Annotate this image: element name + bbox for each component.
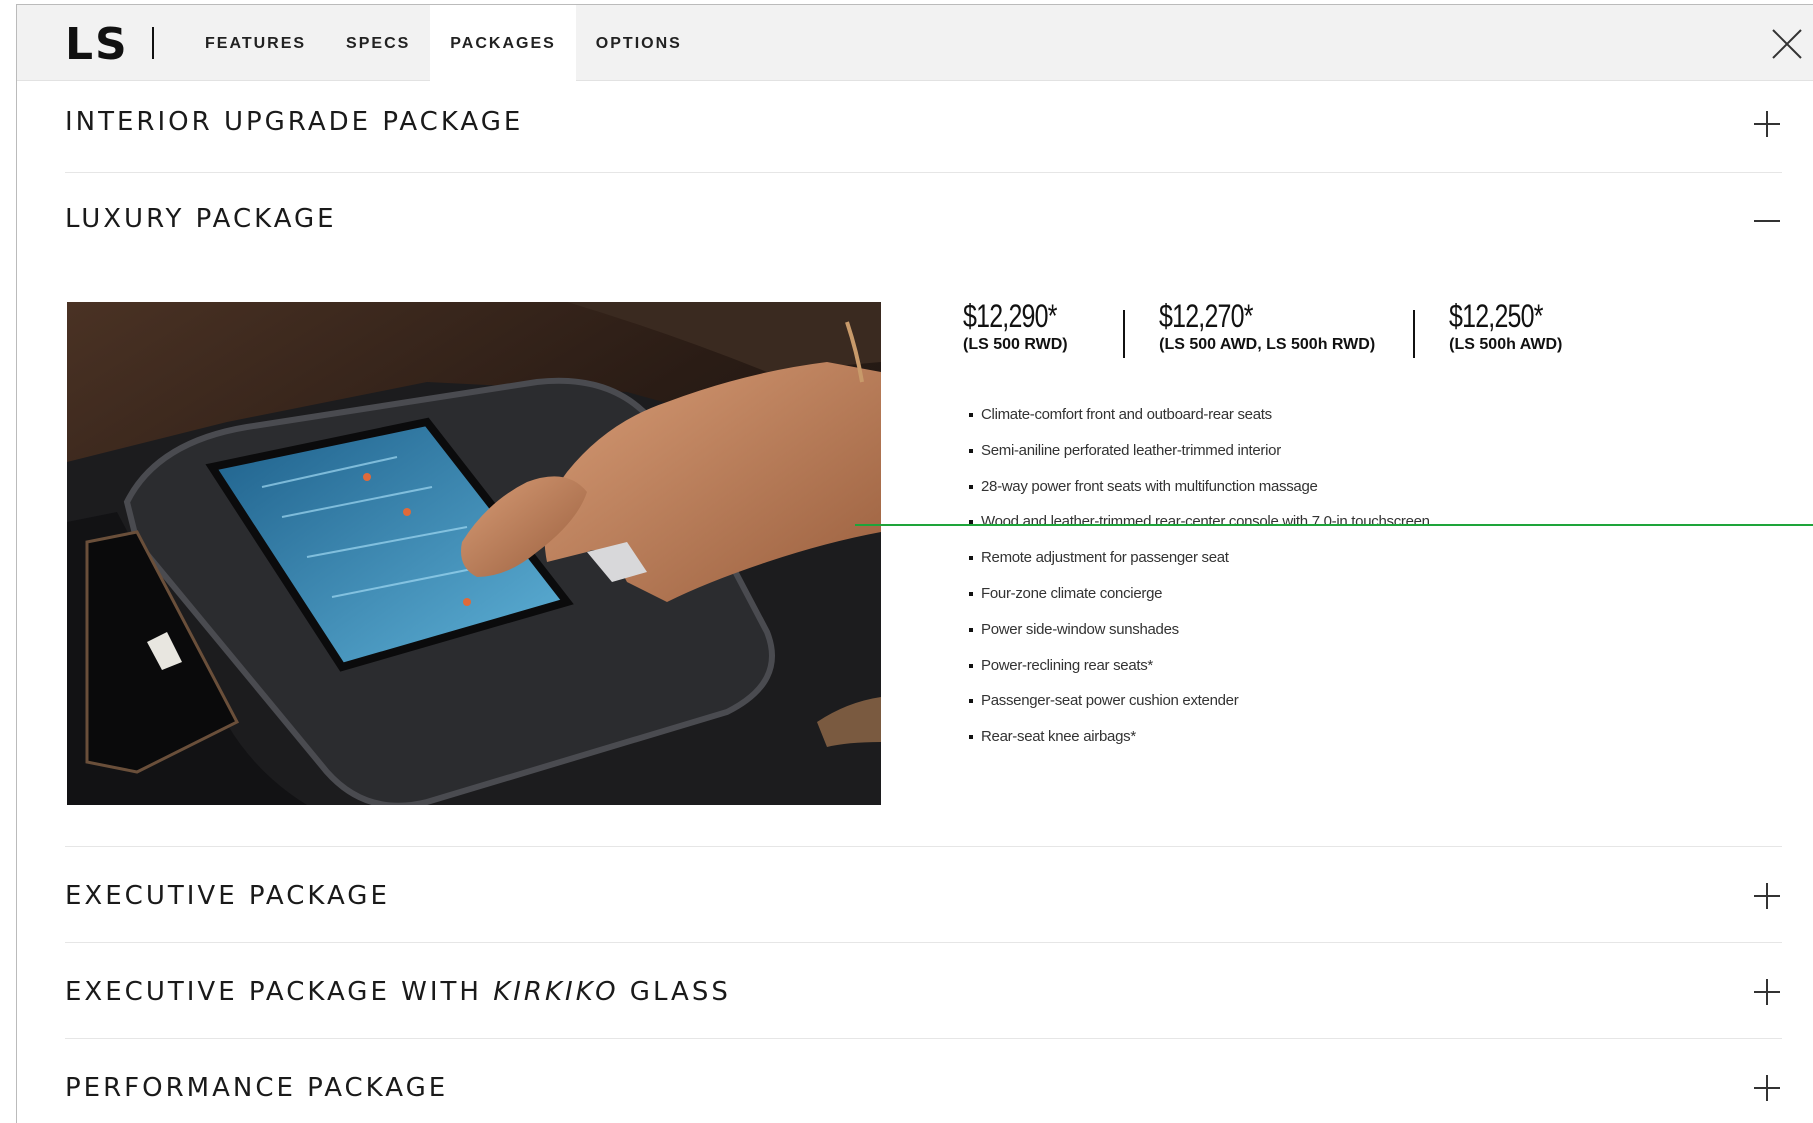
feature-item: Climate-comfort front and outboard-rear … (969, 400, 1430, 436)
price-value: $12,290* (963, 298, 1057, 334)
feature-item: Power-reclining rear seats* (969, 651, 1430, 687)
price-trim-note: (LS 500h AWD) (1449, 336, 1563, 353)
price-option-ls500-awd: $12,270* (LS 500 AWD, LS 500h RWD) (1159, 298, 1375, 354)
package-title-italic: KIRKIKO (493, 977, 619, 1007)
tab-options[interactable]: OPTIONS (576, 5, 702, 83)
model-logo: LS (65, 19, 129, 70)
price-list: $12,290* (LS 500 RWD) $12,270* (LS 500 A… (963, 298, 1569, 358)
price-value: $12,270* (1159, 298, 1253, 334)
top-navigation-bar: LS FEATURES SPECS PACKAGES OPTIONS (17, 5, 1813, 83)
expand-plus-icon[interactable] (1752, 109, 1782, 139)
price-trim-note: (LS 500 AWD, LS 500h RWD) (1159, 336, 1376, 353)
package-row-executive-kirkiko[interactable]: EXECUTIVE PACKAGE WITH KIRKIKO GLASS (65, 943, 1782, 1039)
price-option-ls500-rwd: $12,290* (LS 500 RWD) (963, 298, 1083, 354)
package-title: PERFORMANCE PACKAGE (65, 1073, 449, 1103)
close-icon[interactable] (1770, 27, 1804, 61)
price-value: $12,250* (1449, 298, 1543, 334)
expand-plus-icon[interactable] (1752, 977, 1782, 1007)
feature-item: Four-zone climate concierge (969, 579, 1430, 615)
package-title-suffix: GLASS (618, 977, 731, 1007)
feature-item: Remote adjustment for passenger seat (969, 543, 1430, 579)
price-divider (1123, 310, 1126, 358)
tab-specs[interactable]: SPECS (326, 5, 430, 83)
tab-packages[interactable]: PACKAGES (430, 5, 576, 83)
package-title: INTERIOR UPGRADE PACKAGE (65, 107, 524, 137)
annotation-line (855, 524, 1813, 526)
package-row-performance[interactable]: PERFORMANCE PACKAGE (65, 1039, 1782, 1123)
package-title: EXECUTIVE PACKAGE (65, 881, 390, 911)
feature-item: Power side-window sunshades (969, 615, 1430, 651)
tab-features[interactable]: FEATURES (185, 5, 326, 83)
expand-plus-icon[interactable] (1752, 1073, 1782, 1103)
luxury-features-list: Climate-comfort front and outboard-rear … (969, 400, 1430, 758)
feature-item: 28-way power front seats with multifunct… (969, 472, 1430, 508)
feature-item: Rear-seat knee airbags* (969, 722, 1430, 758)
logo-divider (152, 27, 154, 59)
package-title: LUXURY PACKAGE (65, 204, 337, 234)
price-divider (1413, 310, 1416, 358)
package-title-prefix: EXECUTIVE PACKAGE WITH (65, 977, 494, 1007)
package-row-executive[interactable]: EXECUTIVE PACKAGE (65, 847, 1782, 943)
expand-plus-icon[interactable] (1752, 881, 1782, 911)
section-tabs: FEATURES SPECS PACKAGES OPTIONS (185, 5, 702, 83)
collapse-minus-icon[interactable] (1752, 206, 1782, 236)
luxury-package-console-photo (67, 302, 881, 805)
feature-item: Passenger-seat power cushion extender (969, 686, 1430, 722)
price-trim-note: (LS 500 RWD) (963, 336, 1068, 353)
package-title: EXECUTIVE PACKAGE WITH KIRKIKO GLASS (65, 977, 731, 1007)
viewer-frame: LS FEATURES SPECS PACKAGES OPTIONS INTER… (16, 4, 1813, 1123)
price-option-ls500h-awd: $12,250* (LS 500h AWD) (1449, 298, 1569, 354)
package-row-interior-upgrade[interactable]: INTERIOR UPGRADE PACKAGE (65, 81, 1782, 173)
feature-item: Semi-aniline perforated leather-trimmed … (969, 436, 1430, 472)
